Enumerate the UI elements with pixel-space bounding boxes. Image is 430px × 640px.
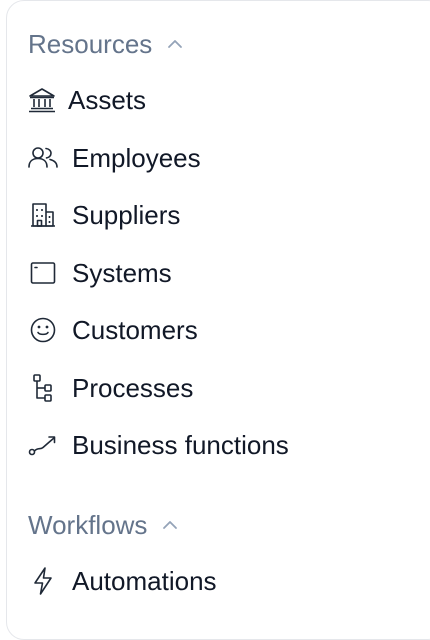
bank-icon (26, 83, 58, 117)
resources-section-header[interactable]: Resources (28, 29, 184, 59)
sidebar-item-business-functions[interactable]: Business functions (26, 425, 289, 465)
trend-arrow-icon (26, 428, 60, 462)
sidebar-item-customers[interactable]: Customers (26, 310, 198, 350)
sidebar-item-label: Customers (72, 314, 198, 345)
sidebar-item-label: Processes (72, 372, 194, 403)
sidebar-item-label: Employees (72, 142, 201, 173)
workflows-section-header[interactable]: Workflows (28, 510, 179, 540)
sidebar-item-automations[interactable]: Automations (26, 561, 217, 601)
resources-section-title: Resources (28, 28, 153, 59)
sidebar-item-label: Business functions (72, 429, 289, 460)
process-tree-icon (26, 371, 60, 405)
chevron-up-icon (161, 516, 179, 534)
building-icon (26, 198, 60, 232)
lightning-icon (26, 564, 60, 598)
sidebar-item-suppliers[interactable]: Suppliers (26, 195, 180, 235)
sidebar-item-label: Suppliers (72, 199, 181, 230)
sidebar-item-processes[interactable]: Processes (26, 368, 193, 408)
sidebar-item-systems[interactable]: Systems (26, 253, 172, 293)
users-icon (26, 141, 60, 175)
sidebar-item-label: Automations (72, 565, 217, 596)
sidebar-item-assets[interactable]: Assets (26, 80, 146, 120)
chevron-up-icon (166, 35, 184, 53)
workflows-section-title: Workflows (28, 509, 148, 540)
sidebar-item-label: Systems (72, 257, 172, 288)
window-icon (26, 256, 60, 290)
sidebar-item-label: Assets (68, 84, 147, 115)
sidebar-item-employees[interactable]: Employees (26, 138, 201, 178)
smiley-icon (26, 313, 60, 347)
